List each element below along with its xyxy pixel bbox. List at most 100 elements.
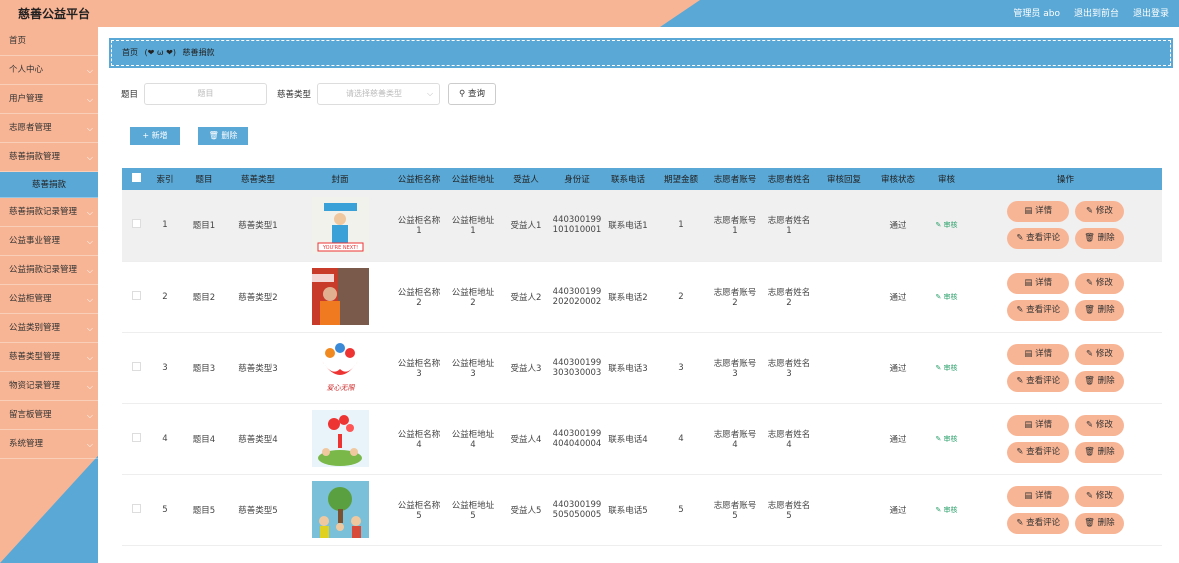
logout-link[interactable]: 退出登录 [1133,6,1169,19]
cell-cabinet-name: 公益柜名称 1 [392,190,446,262]
audit-link[interactable]: ✎ 审核 [935,364,957,372]
audit-cell: ✎ 审核 [924,403,969,475]
select-all-checkbox[interactable] [131,173,141,182]
breadcrumb-home[interactable]: 首页 [122,48,138,57]
sidebar-item[interactable]: 公益捐款记录管理 ⌵ [0,256,98,285]
row-checkbox[interactable] [131,432,141,442]
view-comments-button[interactable]: ✎ 查看评论 [1007,441,1070,463]
row-checkbox[interactable] [131,361,141,371]
sidebar-item[interactable]: 慈善捐款记录管理 ⌵ [0,198,98,227]
row-checkbox[interactable] [131,219,141,229]
cell-vol-name: 志愿者姓名 1 [762,190,816,262]
view-comments-button[interactable]: ✎ 查看评论 [1007,299,1070,321]
table-row[interactable]: 5 题目5 慈善类型5 公益柜名称 5 公益柜地址 5 受益人5 440300199 505… [122,474,1162,546]
sidebar-item[interactable]: 系统管理 ⌵ [0,430,98,459]
detail-button-label: 详情 [1035,348,1053,359]
top-bar-accent [0,0,700,27]
sidebar-item[interactable]: 慈善类型管理 ⌵ [0,343,98,372]
detail-button[interactable]: ▤ 详情 [1007,414,1070,436]
ops-cell: ▤ 详情 ✎ 修改 ✎ 查看评论 🗑 删除 [969,474,1162,546]
sidebar-item[interactable]: 志愿者管理 ⌵ [0,114,98,143]
audit-link[interactable]: ✎ 审核 [935,293,957,301]
svg-text:爱心无限: 爱心无限 [326,384,355,392]
cell-reply [816,403,872,475]
row-select-cell [122,474,150,546]
add-button[interactable]: + 新增 [130,127,180,145]
chevron-down-icon: ⌵ [86,324,93,333]
sidebar-item-label: 留言板管理 [9,410,52,420]
cell-amount: 5 [654,474,708,546]
sidebar-menu: 首页 个人中心 ⌵ 用户管理 ⌵ 志愿者管理 ⌵ 慈善捐款管理 ⌵ 慈善捐款 慈善捐款记录管理 ⌵ 公益… [0,27,98,459]
sidebar-item[interactable]: 个人中心 ⌵ [0,56,98,85]
sidebar-item[interactable]: 公益事业管理 ⌵ [0,227,98,256]
row-delete-button[interactable]: 🗑 删除 [1075,441,1124,463]
title-input[interactable]: 题目 [144,83,268,105]
cell-cabinet-name: 公益柜名称 3 [392,332,446,404]
select-all-header[interactable] [122,168,150,190]
search-bar: 题目 题目 慈善类型 请选择慈善类型 ⌵ ⚲ 查询 [121,83,496,105]
admin-label[interactable]: 管理员 abo [1013,6,1060,19]
audit-link[interactable]: ✎ 审核 [935,435,957,443]
detail-button[interactable]: ▤ 详情 [1007,272,1070,294]
cell-cabinet-addr: 公益柜地址 4 [446,403,500,475]
row-delete-button[interactable]: 🗑 删除 [1075,299,1124,321]
edit-button[interactable]: ✎ 修改 [1075,343,1124,365]
detail-button[interactable]: ▤ 详情 [1007,343,1070,365]
cell-title: 题目3 [180,332,228,404]
trash-icon: 🗑 [1084,375,1098,386]
edit-button[interactable]: ✎ 修改 [1075,414,1124,436]
cell-type: 慈善类型2 [228,261,288,333]
row-delete-button[interactable]: 🗑 删除 [1075,370,1124,392]
detail-button[interactable]: ▤ 详情 [1007,485,1070,507]
pencil-icon: ✎ [1085,206,1096,217]
column-header: 索引 [150,168,180,190]
row-delete-button[interactable]: 🗑 删除 [1075,228,1124,250]
table-row[interactable]: 4 题目4 慈善类型4 公益柜名称 4 公益柜地址 4 受益人4 440300199 404… [122,403,1162,475]
delete-button[interactable]: 🗑 删除 [198,127,248,145]
sidebar-item[interactable]: 留言板管理 ⌵ [0,401,98,430]
sidebar-item-label: 慈善捐款管理 [9,152,61,162]
cover-cell: YOU'RE NEXT! [288,190,392,262]
cell-beneficiary: 受益人1 [500,190,552,262]
type-select[interactable]: 请选择慈善类型 ⌵ [317,83,441,105]
cover-image [311,481,369,538]
chevron-down-icon: ⌵ [86,95,93,104]
table-row[interactable]: 3 题目3 慈善类型3 爱心无限 公益柜名称 3 公益柜地址 3 受益人3 440300199… [122,332,1162,404]
sidebar-item-label: 公益类别管理 [9,323,61,333]
view-comments-button-label: 查看评论 [1026,304,1061,315]
sidebar-item[interactable]: 公益类别管理 ⌵ [0,314,98,343]
sidebar-item[interactable]: 用户管理 ⌵ [0,85,98,114]
audit-cell: ✎ 审核 [924,261,969,333]
sidebar-item[interactable]: 首页 [0,27,98,56]
sidebar-item-label: 个人中心 [9,65,44,75]
audit-link[interactable]: ✎ 审核 [935,221,957,229]
table-row[interactable]: 1 题目1 慈善类型1 YOU'RE NEXT! 公益柜名称 1 公益柜地址 1 受益人1 4… [122,190,1162,262]
edit-button-label: 修改 [1095,419,1113,430]
sidebar-item[interactable]: 慈善捐款管理 ⌵ [0,143,98,172]
sidebar-item[interactable]: 慈善捐款 [0,172,98,198]
toolbar: + 新增 🗑 删除 [130,127,248,145]
row-delete-button[interactable]: 🗑 删除 [1075,512,1124,534]
row-checkbox[interactable] [131,290,141,300]
cover-image [311,268,369,325]
trash-icon: 🗑 [1084,304,1098,315]
edit-button[interactable]: ✎ 修改 [1075,272,1124,294]
query-button[interactable]: ⚲ 查询 [448,83,496,105]
sidebar-item[interactable]: 公益柜管理 ⌵ [0,285,98,314]
edit-button[interactable]: ✎ 修改 [1075,201,1124,223]
edit-button[interactable]: ✎ 修改 [1075,485,1124,507]
row-checkbox[interactable] [131,503,141,513]
audit-link[interactable]: ✎ 审核 [935,506,957,514]
sidebar-item[interactable]: 物资记录管理 ⌵ [0,372,98,401]
top-bar: 慈善公益平台 管理员 abo 退出到前台 退出登录 [0,0,1179,27]
back-to-front-link[interactable]: 退出到前台 [1074,6,1119,19]
trash-icon: 🗑 [1084,233,1098,244]
view-comments-button[interactable]: ✎ 查看评论 [1007,370,1070,392]
row-select-cell [122,403,150,475]
detail-button[interactable]: ▤ 详情 [1007,201,1070,223]
pencil-icon: ✎ [1085,348,1096,359]
column-header: 操作 [969,168,1162,190]
view-comments-button[interactable]: ✎ 查看评论 [1007,228,1070,250]
view-comments-button[interactable]: ✎ 查看评论 [1007,512,1070,534]
table-row[interactable]: 2 题目2 慈善类型2 公益柜名称 2 公益柜地址 2 受益人2 440300199 202… [122,261,1162,333]
